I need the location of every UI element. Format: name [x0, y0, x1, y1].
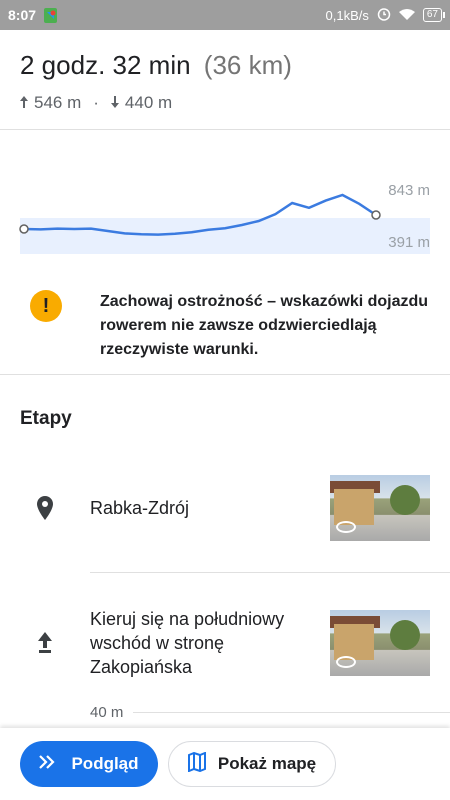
preview-button[interactable]: Podgląd [20, 741, 158, 787]
exclamation-icon: ! [30, 290, 62, 322]
ascent-icon [20, 93, 28, 113]
warning-text: Zachowaj ostrożność – wskazówki dojazdu … [100, 293, 429, 358]
duration-row: 2 godz. 32 min (36 km) [20, 50, 430, 81]
bottom-action-bar: Podgląd Pokaż mapę [0, 728, 450, 800]
step-text: Kieruj się na południowy wschód w stronę… [90, 609, 285, 677]
alarm-icon [377, 7, 391, 24]
street-view-360-icon [336, 656, 356, 668]
separator: · [93, 93, 99, 112]
status-bar: 8:07 0,1kB/s 67 [0, 0, 450, 30]
network-speed: 0,1kB/s [325, 7, 369, 23]
preview-label: Podgląd [71, 754, 139, 773]
show-map-label: Pokaż mapę [217, 754, 317, 773]
elevation-summary: 546 m · 440 m [20, 93, 430, 113]
step-item[interactable]: Rabka-Zdrój [0, 475, 450, 541]
street-view-360-icon [336, 521, 356, 533]
show-map-button[interactable]: Pokaż mapę [168, 741, 336, 787]
descent-value: 440 m [124, 93, 173, 112]
steps-title: Etapy [20, 408, 72, 429]
step-divider [90, 572, 450, 573]
arrow-up-icon [0, 632, 90, 654]
step-text: Rabka-Zdrój [90, 498, 190, 518]
route-end-marker [371, 210, 381, 220]
safety-warning: ! Zachowaj ostrożność – wskazówki dojazd… [0, 278, 450, 375]
maps-icon [44, 7, 58, 23]
pin-icon [0, 496, 90, 520]
battery-icon: 67 [422, 8, 446, 22]
chart-fill-area [20, 218, 430, 254]
distance-divider [133, 712, 450, 713]
status-time: 8:07 [8, 7, 37, 23]
elevation-chart[interactable]: 843 m 391 m [0, 150, 450, 265]
route-start-marker [19, 224, 29, 234]
route-summary: 2 godz. 32 min (36 km) 546 m · 440 m [0, 30, 450, 130]
step-distance-label: 40 m [90, 704, 124, 721]
duration: 2 godz. 32 min [20, 50, 191, 80]
distance: (36 km) [203, 50, 292, 80]
step-item[interactable]: Kieruj się na południowy wschód w stronę… [0, 609, 450, 677]
map-icon [187, 751, 206, 777]
street-view-thumbnail[interactable] [330, 475, 430, 541]
chart-max-label: 843 m [388, 182, 430, 199]
descent-icon [110, 93, 119, 113]
step-distance: 40 m [90, 704, 450, 721]
wifi-icon [398, 8, 415, 23]
double-chevron-icon [39, 754, 56, 774]
chart-min-label: 391 m [388, 234, 430, 251]
ascent-value: 546 m [34, 93, 82, 112]
street-view-thumbnail[interactable] [330, 610, 430, 676]
